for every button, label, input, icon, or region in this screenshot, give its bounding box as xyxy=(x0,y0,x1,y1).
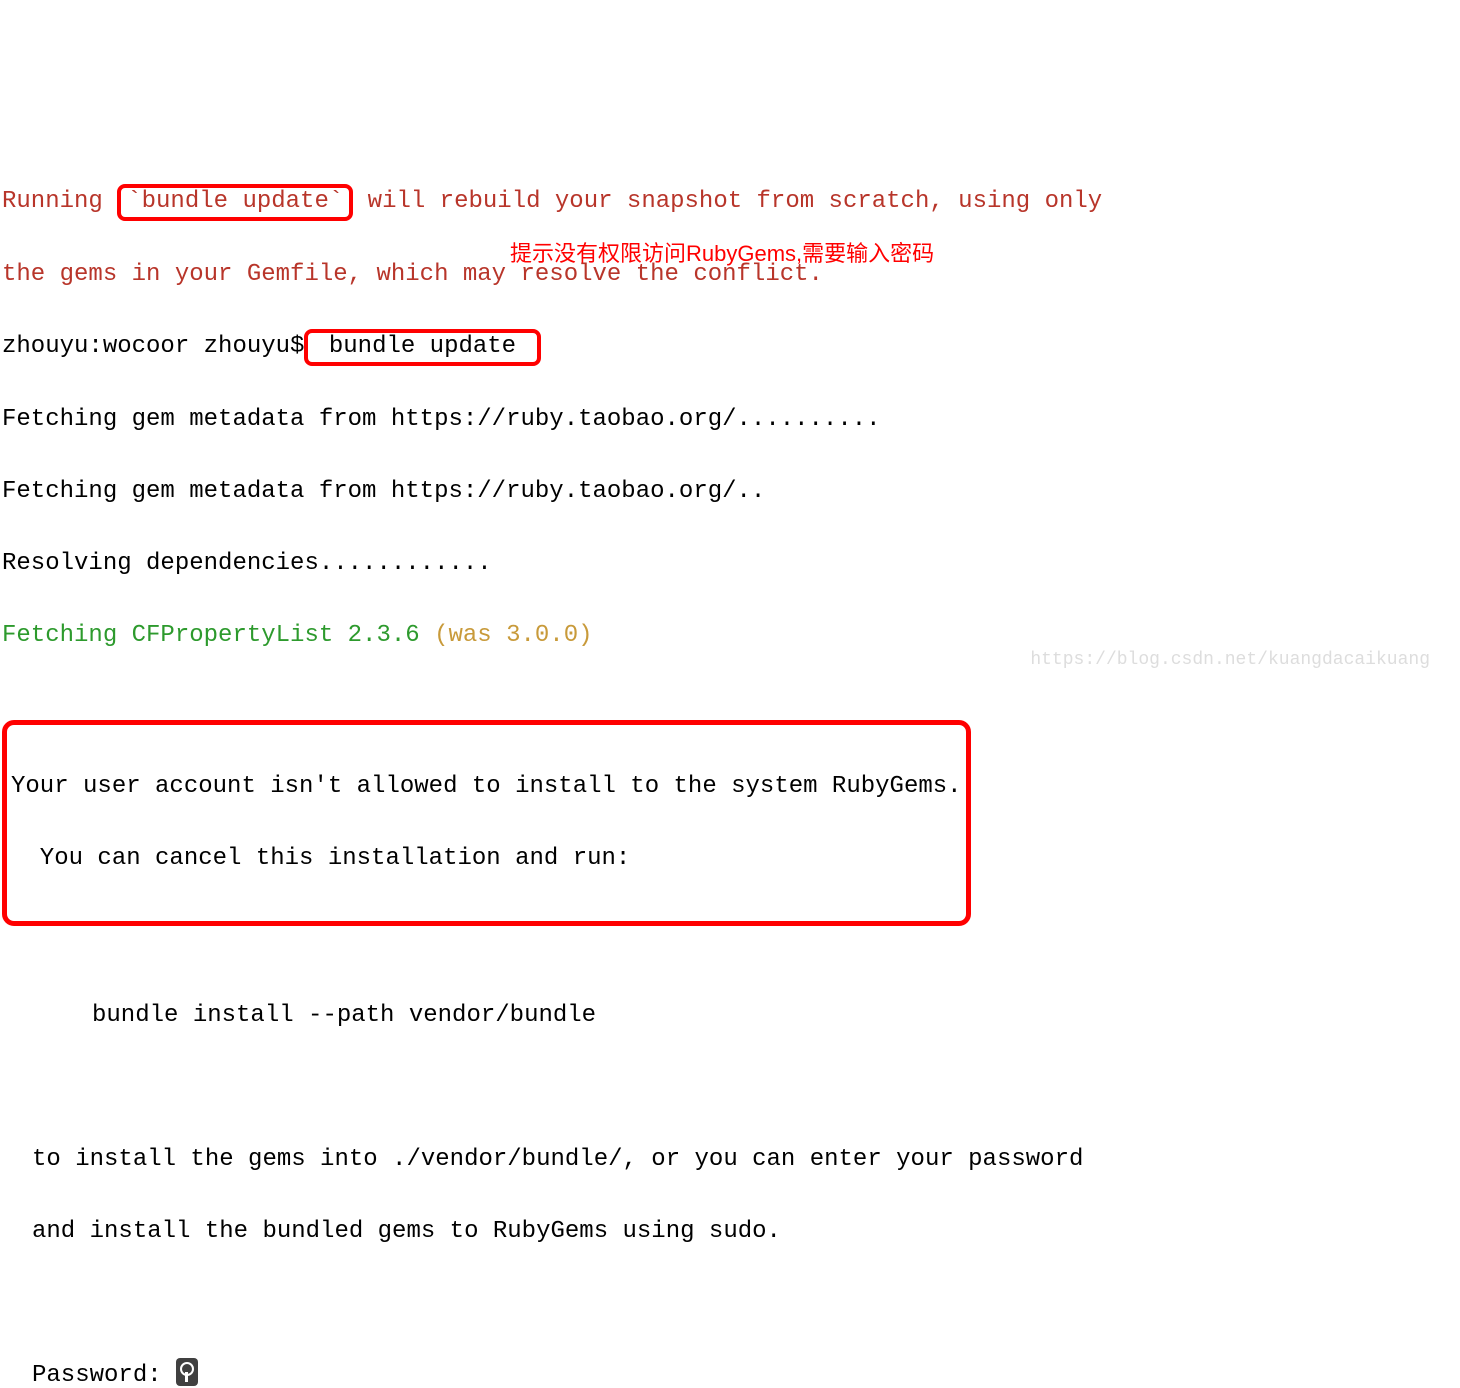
running-line1: Running `bundle update` will rebuild you… xyxy=(2,184,1458,221)
password-label: Password: xyxy=(32,1362,176,1388)
suggestion-desc-1: to install the gems into ./vendor/bundle… xyxy=(2,1142,1458,1178)
blank-line-1 xyxy=(2,926,1458,962)
fetching-version: (was 3.0.0) xyxy=(434,622,592,649)
fetch-line-1: Fetching gem metadata from https://ruby.… xyxy=(2,402,1458,438)
blank-line-2 xyxy=(2,1070,1458,1106)
bundle-update-highlight-1: `bundle update` xyxy=(117,184,353,221)
blank-line-3 xyxy=(2,1286,1458,1322)
error-line-1: Your user account isn't allowed to insta… xyxy=(11,769,962,805)
error-line-2: You can cancel this installation and run… xyxy=(11,841,962,877)
password-line[interactable]: Password: xyxy=(2,1358,1458,1388)
running-prefix: Running xyxy=(2,188,117,215)
fetch-line-2: Fetching gem metadata from https://ruby.… xyxy=(2,474,1458,510)
prompt-line: zhouyu:wocoor zhouyu$ bundle update xyxy=(2,329,1458,366)
bundle-update-highlight-2: bundle update xyxy=(304,329,540,366)
fetching-green: Fetching CFPropertyList 2.3.6 xyxy=(2,622,434,649)
suggested-command: bundle install --path vendor/bundle xyxy=(2,998,1458,1034)
suggestion-desc-2: and install the bundled gems to RubyGems… xyxy=(2,1214,1458,1250)
running-suffix: will rebuild your snapshot from scratch,… xyxy=(353,188,1102,215)
shell-prompt: zhouyu:wocoor zhouyu$ xyxy=(2,333,304,360)
terminal-output: Running `bundle update` will rebuild you… xyxy=(0,144,1460,1388)
resolving-line: Resolving dependencies............ xyxy=(2,546,1458,582)
annotation-text: 提示没有权限访问RubyGems,需要输入密码 xyxy=(510,237,934,270)
watermark-text: https://blog.csdn.net/kuangdacaikuang xyxy=(1030,647,1430,674)
error-box: Your user account isn't allowed to insta… xyxy=(2,720,971,926)
key-icon xyxy=(176,1358,198,1386)
